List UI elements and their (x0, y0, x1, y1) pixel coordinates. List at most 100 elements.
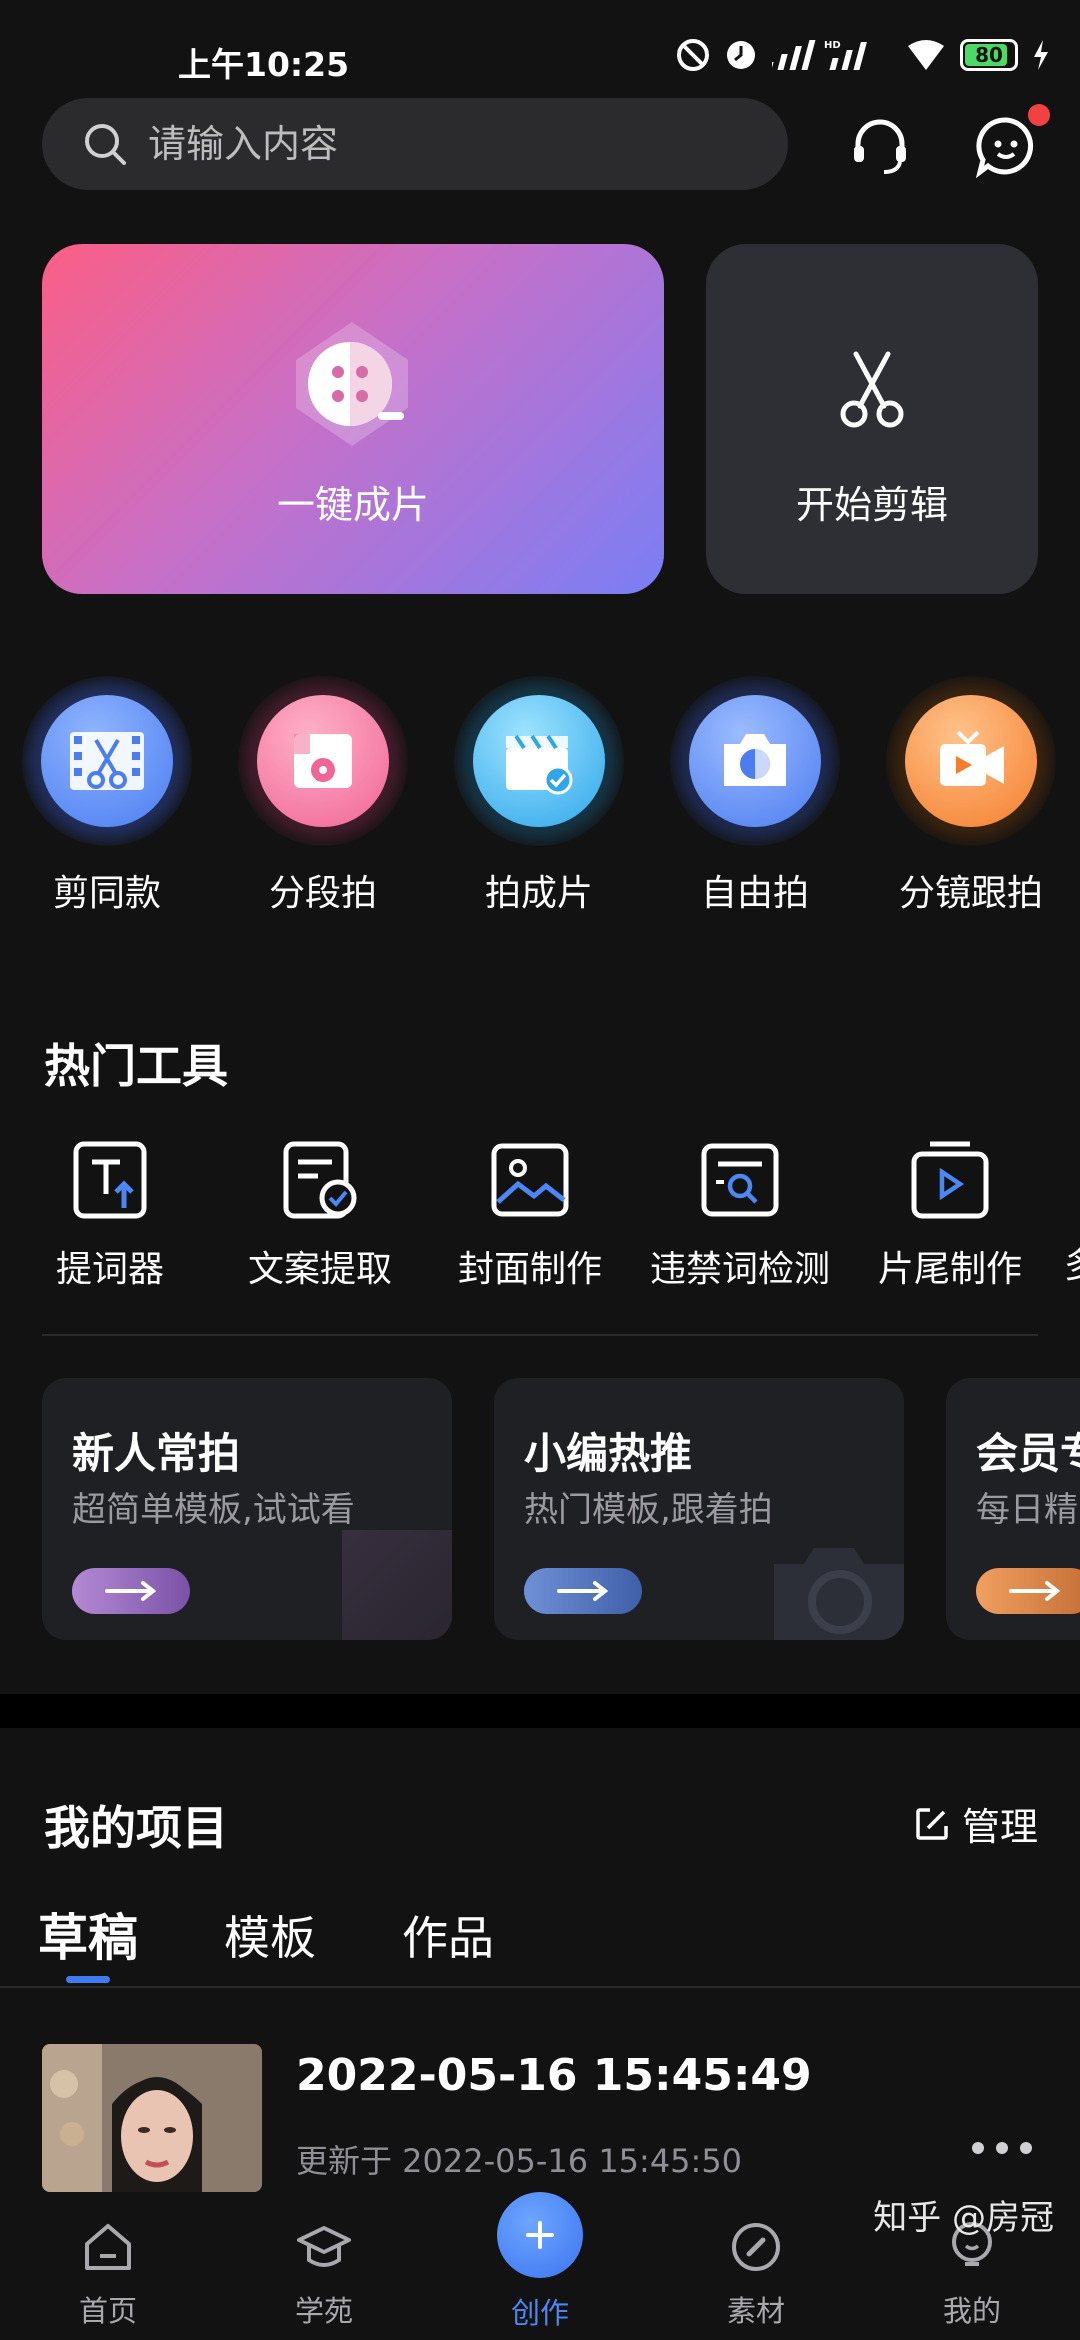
customer-service-button[interactable] (840, 106, 920, 186)
shortcut-label: 分镜跟拍 (898, 873, 1043, 914)
promo-go-button[interactable] (524, 1568, 642, 1614)
tab-drafts[interactable]: 草稿 (38, 1898, 138, 1970)
promo-go-button[interactable] (72, 1568, 190, 1614)
promo-editor-picks[interactable]: 小编热推 热门模板,跟着拍 (494, 1378, 904, 1640)
tool-teleprompter[interactable]: 提词器 (10, 1138, 210, 1292)
shortcut-label: 自由拍 (700, 873, 809, 914)
shortcut-same-style[interactable]: 剪同款 (22, 676, 192, 914)
film-reel-icon (296, 322, 408, 446)
status-icons: HD 80 (676, 38, 1050, 72)
headset-icon (854, 119, 906, 174)
promo-subtitle: 超简单模板,试试看 (72, 1490, 355, 1530)
promo-subtitle: 每日精 (976, 1490, 1078, 1530)
search-input[interactable] (146, 121, 710, 167)
one-click-video-label: 一键成片 (276, 483, 429, 527)
tool-label: 违禁词检测 (649, 1249, 830, 1290)
arrow-right-icon (557, 1581, 609, 1601)
watermark-text: 知乎 @房冠 (873, 2198, 1054, 2238)
start-editing-card[interactable]: 开始剪辑 (706, 244, 1038, 594)
nav-materials[interactable]: 素材 (686, 2220, 826, 2330)
projects-title: 我的项目 (44, 1801, 228, 1855)
compass-icon (732, 2223, 780, 2271)
nav-academy[interactable]: 学苑 (254, 2220, 394, 2330)
manage-label: 管理 (961, 1805, 1038, 1849)
camera-icon (724, 734, 786, 786)
plus-icon (526, 2221, 554, 2249)
do-not-disturb-icon (677, 39, 709, 71)
promo-decoration (342, 1530, 452, 1640)
start-editing-label: 开始剪辑 (795, 483, 948, 527)
clapperboard-icon (506, 734, 573, 795)
section-divider (42, 1334, 1038, 1336)
promo-subtitle: 热门模板,跟着拍 (524, 1490, 773, 1530)
home-icon (85, 2224, 131, 2270)
tabs-divider (0, 1986, 1080, 1988)
tool-text-extract[interactable]: 文案提取 (220, 1138, 420, 1292)
promo-title: 小编热推 (524, 1429, 693, 1478)
image-icon (491, 1143, 569, 1217)
svg-text:HD: HD (824, 40, 841, 51)
tab-templates[interactable]: 模板 (224, 1902, 316, 1968)
promo-newcomer[interactable]: 新人常拍 超简单模板,试试看 (42, 1378, 452, 1640)
nav-label: 学苑 (294, 2294, 353, 2328)
promo-go-button[interactable] (976, 1568, 1080, 1614)
shortcut-label: 拍成片 (484, 873, 593, 914)
project-thumbnail[interactable] (42, 2044, 262, 2192)
nav-label: 素材 (726, 2294, 785, 2328)
tool-label: 片尾制作 (877, 1249, 1022, 1290)
tab-indicator (66, 1976, 110, 1983)
wifi-icon (908, 40, 944, 70)
signal-icon: HD (772, 40, 867, 70)
arrow-right-icon (1009, 1581, 1061, 1601)
tool-label: 封面制作 (457, 1249, 602, 1290)
tab-works[interactable]: 作品 (402, 1902, 494, 1968)
search-icon (85, 124, 126, 165)
segment-record-icon (294, 734, 352, 788)
shortcut-label: 分段拍 (268, 873, 377, 914)
tool-label: 文案提取 (247, 1249, 392, 1290)
tool-more-partial[interactable]: 多 (1064, 1236, 1080, 1288)
tool-ending-maker[interactable]: 片尾制作 (850, 1138, 1050, 1292)
section-separator (0, 1694, 1080, 1728)
shortcut-shoot-video[interactable]: 拍成片 (454, 676, 624, 914)
tool-label: 提词器 (55, 1249, 164, 1290)
nav-label: 创作 (510, 2296, 569, 2330)
messages-button[interactable] (966, 104, 1050, 186)
chat-bubble-icon (975, 117, 1034, 178)
project-updated: 更新于 2022-05-16 15:45:50 (296, 2142, 743, 2180)
shortcut-storyboard-shoot[interactable]: 分镜跟拍 (886, 676, 1056, 914)
text-extract-icon (283, 1141, 357, 1219)
shortcut-segment-shoot[interactable]: 分段拍 (238, 676, 408, 914)
arrow-right-icon (105, 1581, 157, 1601)
notification-dot (1028, 104, 1050, 126)
project-title[interactable]: 2022-05-16 15:45:49 (296, 2050, 812, 2101)
graduation-cap-icon (297, 2226, 351, 2267)
create-fab[interactable] (497, 2192, 583, 2278)
nav-home[interactable]: 首页 (38, 2220, 178, 2330)
shortcut-label: 剪同款 (52, 873, 161, 914)
promo-title: 新人常拍 (72, 1429, 241, 1478)
battery-icon: 80 (960, 39, 1018, 71)
camera-decoration-icon (774, 1548, 904, 1640)
nav-label: 我的 (942, 2294, 1001, 2328)
film-scissors-icon (70, 732, 144, 790)
tool-banned-word-check[interactable]: 违禁词检测 (640, 1138, 840, 1292)
video-camera-icon (940, 730, 1004, 786)
tool-cover-maker[interactable]: 封面制作 (430, 1138, 630, 1292)
teleprompter-icon (73, 1141, 147, 1219)
portrait-thumbnail-image (42, 2044, 262, 2192)
manage-button[interactable]: 管理 (914, 1796, 1038, 1851)
edit-icon (916, 1807, 948, 1840)
clock-icon (727, 41, 755, 69)
status-time: 上午10:25 (178, 45, 350, 84)
charging-icon (1034, 40, 1048, 70)
one-click-video-card[interactable]: 一键成片 (42, 244, 664, 594)
promo-member[interactable]: 会员专 每日精 (946, 1378, 1080, 1640)
text-search-icon (701, 1143, 779, 1217)
battery-level: 80 (975, 43, 1003, 67)
search-bar[interactable] (42, 98, 788, 190)
project-more-button[interactable] (972, 2142, 1032, 2154)
nav-create[interactable]: 创作 (470, 2192, 610, 2332)
shortcut-free-shoot[interactable]: 自由拍 (670, 676, 840, 914)
hot-tools-title: 热门工具 (44, 1039, 228, 1093)
